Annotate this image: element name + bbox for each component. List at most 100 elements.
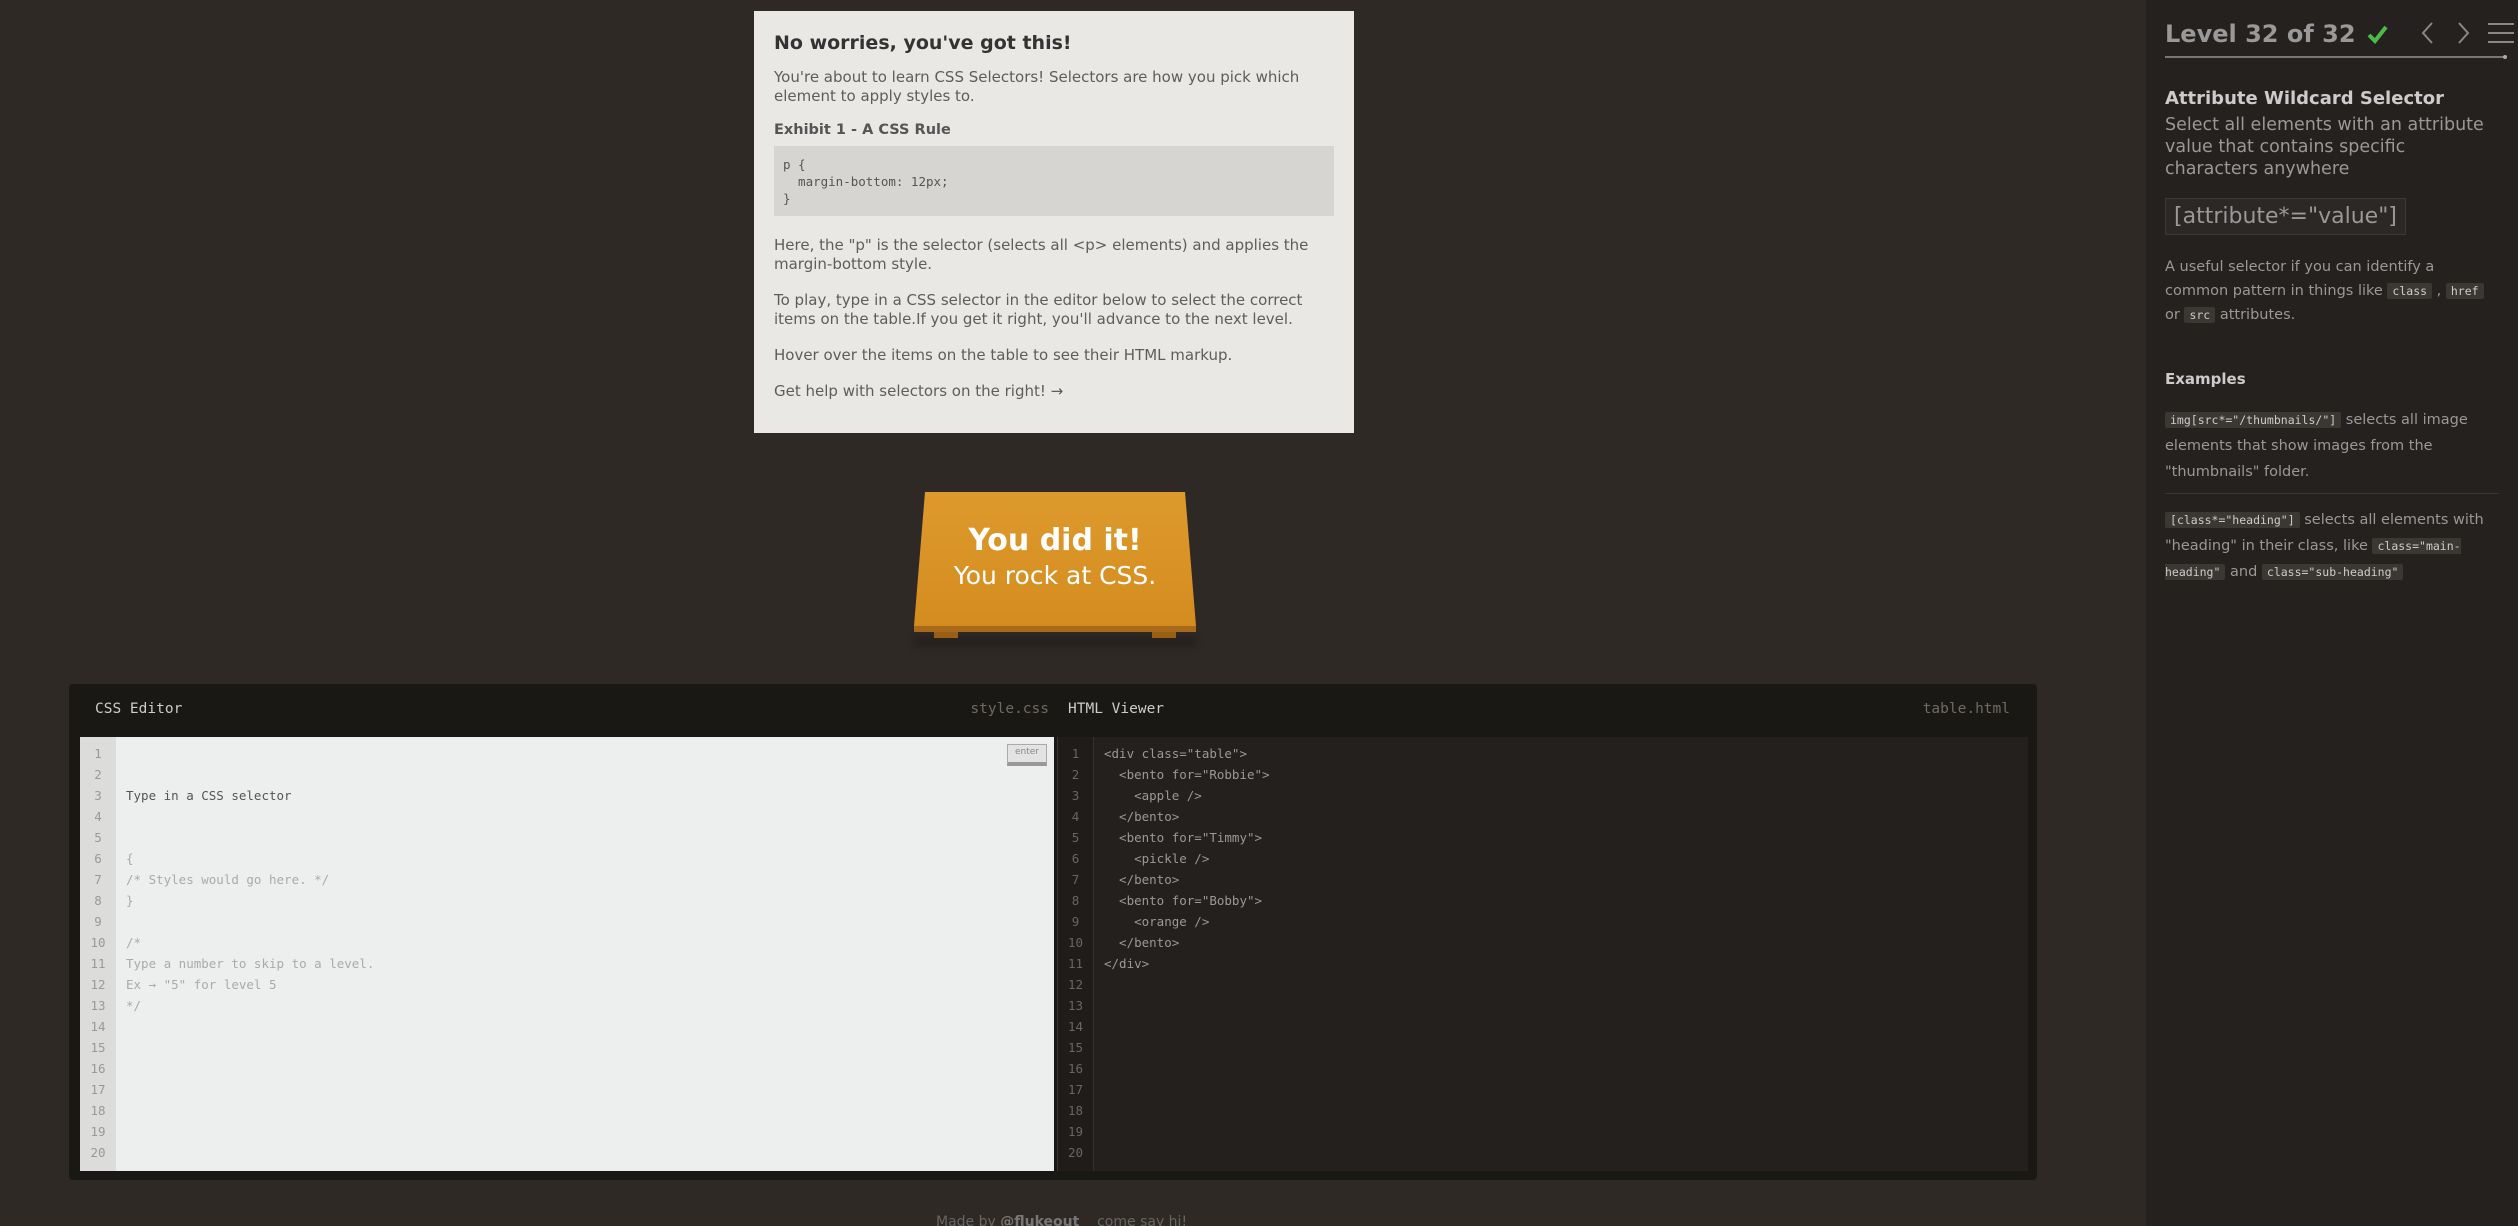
line-number: 1 — [1071, 746, 1080, 761]
line-number: 5 — [1071, 830, 1080, 845]
game-table: You did it! You rock at CSS. — [900, 490, 1210, 646]
hint-tag-href: href — [2445, 283, 2484, 299]
line-number: 19 — [1067, 1124, 1084, 1139]
hint-post: attributes. — [2219, 307, 2296, 323]
html-file-name: table.html — [1922, 701, 2010, 717]
help-hover: Hover over the items on the table to see… — [774, 346, 1233, 364]
line-number: 2 — [1071, 767, 1080, 782]
line-number: 3 — [94, 788, 102, 803]
example-code: [class*="heading"] — [2165, 512, 2300, 528]
css-line-numbers: 1 2 3 4 5 6 7 8 9 10 11 12 13 14 15 16 17 18 19 20 — [80, 737, 116, 1171]
enter-button[interactable]: enter — [1007, 744, 1047, 766]
css-editor-header: CSS Editor style.css — [95, 684, 1049, 734]
css-code-area: { /* Styles would go here. */ } /* Type … — [116, 737, 1054, 1171]
line-number: 20 — [90, 1145, 106, 1160]
help-intro: You're about to learn CSS Selectors! Sel… — [774, 68, 1300, 105]
level-progress-fill — [2165, 56, 2505, 58]
line-number: 17 — [1067, 1082, 1084, 1097]
line-number: 11 — [90, 956, 106, 971]
css-selector-input[interactable] — [126, 785, 626, 806]
exhibit-code: p { margin-bottom: 12px; } — [774, 146, 1334, 216]
example-code: img[src*="/thumbnails/"] — [2165, 412, 2342, 428]
line-number: 5 — [94, 830, 102, 845]
line-number: 8 — [1071, 893, 1080, 908]
chevron-left-icon[interactable] — [2418, 20, 2438, 46]
line-number: 2 — [94, 767, 102, 782]
level-label: Level 32 of 32 — [2165, 20, 2356, 48]
table-leg-left — [934, 632, 958, 638]
chevron-right-icon[interactable] — [2453, 20, 2473, 46]
hint-or: or — [2165, 307, 2180, 323]
line-number: 18 — [90, 1103, 106, 1118]
line-number: 10 — [1067, 935, 1084, 950]
selector-syntax: [attribute*="value"] — [2165, 198, 2406, 235]
html-code-text: <div class="table"> <bento for="Robbie">… — [1104, 746, 1270, 971]
line-number: 3 — [1071, 788, 1080, 803]
line-number: 1 — [94, 746, 102, 761]
selector-name: Attribute Wildcard Selector — [2165, 88, 2444, 109]
example-and: and — [2230, 564, 2258, 580]
line-number: 15 — [90, 1040, 106, 1055]
line-number: 15 — [1067, 1040, 1084, 1055]
line-number: 19 — [90, 1124, 106, 1139]
line-number: 16 — [1067, 1061, 1084, 1076]
line-number: 10 — [90, 935, 106, 950]
hint-tag-src: src — [2184, 307, 2216, 323]
line-number: 17 — [90, 1082, 106, 1097]
exhibit-title: Exhibit 1 - A CSS Rule — [774, 122, 951, 138]
line-number: 14 — [90, 1019, 106, 1034]
line-number: 13 — [1067, 998, 1084, 1013]
line-number: 7 — [1071, 872, 1080, 887]
footer-author-link[interactable]: @flukeout — [1000, 1214, 1079, 1226]
line-number: 6 — [1071, 851, 1080, 866]
footer-made-by: Made by — [936, 1214, 996, 1226]
line-number: 12 — [1067, 977, 1084, 992]
selector-hint: A useful selector if you can identify a … — [2165, 255, 2495, 327]
css-editor-title: CSS Editor — [95, 701, 183, 717]
line-number: 8 — [94, 893, 102, 908]
table-leg-right — [1152, 632, 1176, 638]
level-progress-marker — [2503, 55, 2507, 59]
html-viewer-title: HTML Viewer — [1068, 701, 1165, 717]
html-viewer-body: 1 2 3 4 5 6 7 8 9 10 11 12 13 14 15 16 17 18 19 20 <div cla… — [1057, 737, 2028, 1171]
help-modal: No worries, you've got this! You're abou… — [754, 11, 1354, 433]
html-line-numbers: 1 2 3 4 5 6 7 8 9 10 11 12 13 14 15 16 17 18 19 20 — [1058, 737, 1094, 1171]
line-number: 9 — [1071, 914, 1080, 929]
line-number: 13 — [90, 998, 106, 1013]
css-editor-body: 1234567891011121314151617181920 { /* Sty… — [80, 737, 1054, 1171]
level-header: Level 32 of 32 — [2165, 19, 2514, 49]
line-number: 18 — [1067, 1103, 1084, 1118]
html-viewer-header: HTML Viewer table.html — [1068, 684, 2010, 734]
footer-extra[interactable]: come say hi! — [1097, 1214, 1187, 1226]
win-line-2: You rock at CSS. — [953, 561, 1157, 590]
line-number: 14 — [1067, 1019, 1084, 1034]
sidebar: Level 32 of 32 Attribute Wildcard Select… — [2146, 0, 2518, 1226]
win-message: You did it! You rock at CSS. — [914, 492, 1196, 626]
menu-icon[interactable] — [2487, 21, 2515, 45]
hint-tag-class: class — [2387, 283, 2433, 299]
level-progress-bar — [2165, 55, 2507, 59]
css-file-name: style.css — [970, 701, 1049, 717]
line-number: 4 — [94, 809, 102, 824]
help-play: To play, type in a CSS selector in the e… — [774, 291, 1303, 328]
line-number: 16 — [90, 1061, 106, 1076]
line-number: 7 — [94, 872, 102, 887]
css-code-text: { /* Styles would go here. */ } /* Type … — [126, 851, 375, 1013]
selector-description: Select all elements with an attribute va… — [2165, 115, 2484, 179]
example-tag: class="sub-heading" — [2261, 564, 2404, 580]
line-number: 4 — [1071, 809, 1080, 824]
line-number: 6 — [94, 851, 102, 866]
help-explain: Here, the "p" is the selector (selects a… — [774, 236, 1309, 273]
table-shadow — [914, 638, 1196, 646]
line-number: 9 — [94, 914, 102, 929]
help-title: No worries, you've got this! — [774, 32, 1072, 54]
example-item: [class*="heading"] selects all elements … — [2165, 507, 2495, 585]
win-line-1: You did it! — [968, 523, 1142, 558]
main-area: No worries, you've got this! You're abou… — [0, 0, 2146, 1226]
check-icon — [2367, 25, 2388, 45]
example-item: img[src*="/thumbnails/"] selects all ima… — [2165, 407, 2499, 494]
help-link[interactable]: Get help with selectors on the right! → — [774, 382, 1334, 401]
line-number: 11 — [1067, 956, 1084, 971]
examples-title: Examples — [2165, 370, 2246, 388]
line-number: 20 — [1067, 1145, 1084, 1160]
